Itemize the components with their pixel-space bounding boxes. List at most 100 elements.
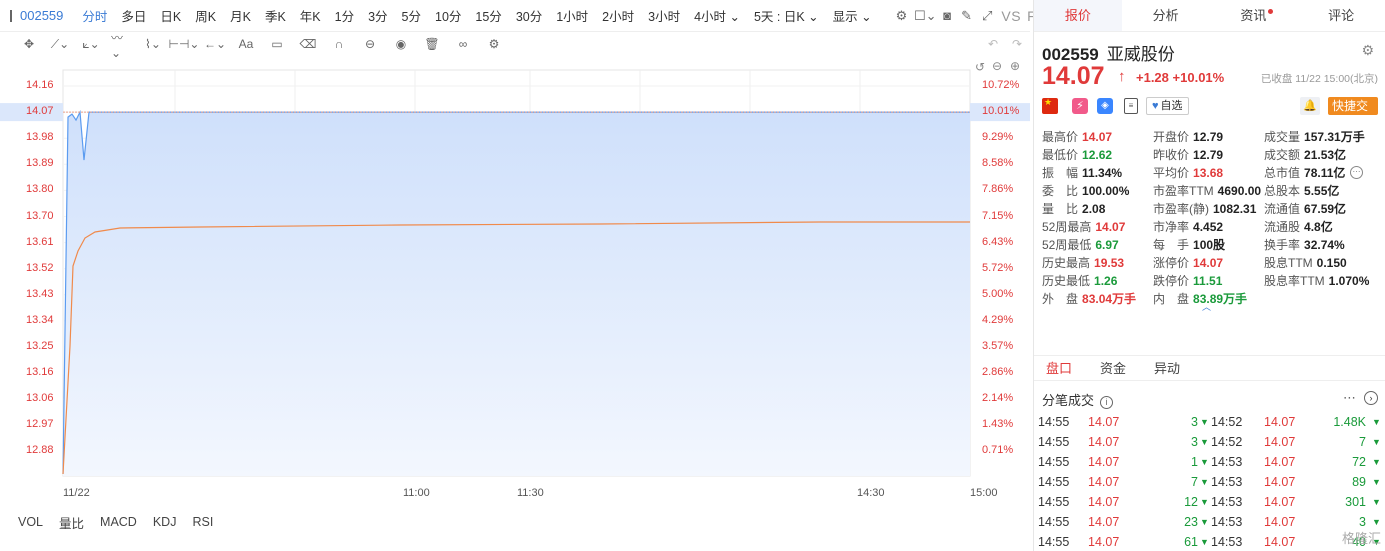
timeframe-0[interactable]: 分时 <box>75 6 114 25</box>
y-axis-pct-label: 7.15% <box>982 209 1014 222</box>
timeframe-5[interactable]: 季K <box>258 6 293 25</box>
collapse-caret-icon[interactable]: ︿ <box>1202 300 1211 313</box>
panel-tab-0[interactable]: 报价 <box>1034 0 1122 31</box>
timeframe-8[interactable]: 3分 <box>361 6 394 25</box>
zoom-out-icon[interactable]: ⊖ <box>992 59 1002 73</box>
timeframe-7[interactable]: 1分 <box>328 6 361 25</box>
redo-icon[interactable]: ↷ <box>1006 35 1028 53</box>
stat-value: 100.00% <box>1082 184 1130 198</box>
stat-label: 外 盘 <box>1042 292 1079 306</box>
timeframe-9[interactable]: 5分 <box>395 6 428 25</box>
indicator-tab-macd[interactable]: MACD <box>100 515 137 529</box>
stat-label: 昨收价 <box>1153 148 1190 162</box>
y-axis-pct-label: 0.71% <box>982 444 1014 457</box>
indicator-tabs: VOL 量比 MACD KDJ RSI <box>0 510 229 534</box>
lock-icon[interactable]: ⊖ <box>359 35 381 53</box>
change-value: +1.28 <box>1136 70 1169 85</box>
checkbox-dropdown-icon[interactable]: ☐⌄ <box>914 8 937 24</box>
stock-icon-row: ★ ⚡ ◈ ≡ ♥ 自选 🔔 快捷交易 <box>1042 97 1378 131</box>
stats-row: 最高价 14.07 开盘价 12.79 成交量 157.31万手 <box>1042 128 1382 146</box>
vs-button[interactable]: VS <box>1001 8 1021 24</box>
panel-tab-2[interactable]: 资讯 <box>1210 0 1298 31</box>
draw-pen-icon[interactable]: ✎ <box>961 8 972 24</box>
eye-icon[interactable]: ◉ <box>390 35 412 53</box>
expand-trades-icon[interactable]: › <box>1364 391 1378 405</box>
quote-stats: 最高价 14.07 开盘价 12.79 成交量 157.31万手 最低价 12.62 昨收价 12… <box>1042 128 1382 308</box>
trash-icon[interactable]: 🗑 <box>421 35 443 53</box>
tick-time: 14:52 <box>1211 415 1243 429</box>
timeframe-12[interactable]: 30分 <box>509 6 549 25</box>
timeframe-3[interactable]: 周K <box>188 6 223 25</box>
pattern-tool-icon[interactable]: 〰⌄ <box>111 31 133 60</box>
timeframe-17[interactable]: 5天 : 日K ⌄ <box>747 6 826 25</box>
y-axis-price-label: 13.25 <box>26 340 54 352</box>
stat-value: 4690.00 <box>1217 184 1262 198</box>
tick-price: 14.07 <box>1088 535 1120 549</box>
ray-tool-icon[interactable]: ⟀⌄ <box>80 35 102 53</box>
y-axis-price-label: 13.52 <box>26 261 54 274</box>
timeframe-15[interactable]: 3小时 <box>641 6 687 25</box>
line-tool-icon[interactable]: ⟋⌄ <box>49 35 71 53</box>
camera-icon[interactable]: ◙ <box>943 8 951 24</box>
text-tool-icon[interactable]: Aa <box>235 35 257 53</box>
timeframe-11[interactable]: 15分 <box>468 6 508 25</box>
subtab-1[interactable]: 资金 <box>1100 356 1126 380</box>
timeframe-13[interactable]: 1小时 <box>549 6 595 25</box>
panel-tab-1[interactable]: 分析 <box>1122 0 1210 31</box>
tick-time: 14:55 <box>1038 435 1070 449</box>
quick-trade-button[interactable]: 快捷交易 <box>1328 97 1378 131</box>
indicator-tab-rsi[interactable]: RSI <box>192 515 213 529</box>
indicator-tab-vol[interactable]: VOL <box>18 515 43 529</box>
stat-cell: 历史最高 19.53 <box>1042 254 1153 272</box>
document-icon[interactable]: ≡ <box>1124 98 1138 114</box>
stat-label: 历史最高 <box>1042 256 1091 270</box>
tick-row: 14:55 14.07 3 ▼ 14:52 14.07 1.48K ▼ <box>1034 412 1385 432</box>
reset-zoom-icon[interactable]: ↺ <box>975 60 985 74</box>
measure-tool-icon[interactable]: ⊢⊣⌄ <box>169 35 200 53</box>
tag-icon[interactable]: ◈ <box>1097 98 1113 114</box>
timeframe-18[interactable]: 显示 ⌄ <box>826 6 879 25</box>
timeframe-16[interactable]: 4小时 ⌄ <box>687 6 747 25</box>
timeframe-1[interactable]: 多日 <box>114 6 153 25</box>
timeframe-14[interactable]: 2小时 <box>595 6 641 25</box>
magnet-icon[interactable]: ∩ <box>328 35 350 53</box>
panel-settings-icon[interactable]: ⚙ <box>1361 42 1374 59</box>
info-icon[interactable]: i <box>1100 396 1114 409</box>
indicator-tab-量比[interactable]: 量比 <box>59 513 84 532</box>
crosshair-icon[interactable]: ✥ <box>18 35 40 53</box>
timeframe-10[interactable]: 10分 <box>428 6 468 25</box>
zoom-in-icon[interactable]: ⊕ <box>1010 59 1020 73</box>
undo-icon[interactable]: ↶ <box>982 35 1004 53</box>
timeframe-6[interactable]: 年K <box>293 6 328 25</box>
settings-icon[interactable]: ⚙ <box>896 8 908 24</box>
timeframe-2[interactable]: 日K <box>153 6 188 25</box>
compare-checkbox[interactable] <box>10 9 12 22</box>
stat-value: 14.07 <box>1082 130 1113 144</box>
link-icon[interactable]: ∞ <box>452 35 474 53</box>
indicator-tab-kdj[interactable]: KDJ <box>153 515 177 529</box>
change-percent: +10.01% <box>1172 70 1225 85</box>
intraday-chart[interactable]: 14.16 14.07 13.98 13.89 13.80 13.70 13.61 13.52… <box>0 56 1030 499</box>
subtab-0[interactable]: 盘口 <box>1046 356 1072 380</box>
add-watchlist-button[interactable]: ♥ 自选 <box>1146 97 1189 115</box>
down-triangle-icon: ▼ <box>1372 437 1381 447</box>
brush-tool-icon[interactable]: ⌇⌄ <box>142 35 164 53</box>
expand-icon[interactable]: ⤢ <box>982 8 992 24</box>
lightning-icon[interactable]: ⚡ <box>1072 98 1088 114</box>
eraser-icon[interactable]: ⌫ <box>297 35 319 53</box>
stat-value: 78.11亿 <box>1304 166 1346 180</box>
arrow-tool-icon[interactable]: ←⌄ <box>204 35 226 53</box>
subtab-2[interactable]: 异动 <box>1154 356 1180 380</box>
more-icon[interactable]: ⋯ <box>1343 390 1356 406</box>
tick-time: 14:55 <box>1038 515 1070 529</box>
draw-settings-icon[interactable]: ⚙ <box>483 35 505 53</box>
alert-bell-icon[interactable]: 🔔 <box>1300 97 1320 115</box>
comment-icon[interactable]: ▭ <box>266 35 288 53</box>
timeframe-4[interactable]: 月K <box>223 6 258 25</box>
y-axis-pct-label: 5.72% <box>982 261 1014 274</box>
stat-value: 14.07 <box>1193 256 1224 270</box>
panel-tab-3[interactable]: 评论 <box>1297 0 1385 31</box>
stat-label: 52周最高 <box>1042 220 1092 234</box>
tick-price: 14.07 <box>1264 415 1296 429</box>
more-stats-icon[interactable]: ··· <box>1350 166 1363 179</box>
